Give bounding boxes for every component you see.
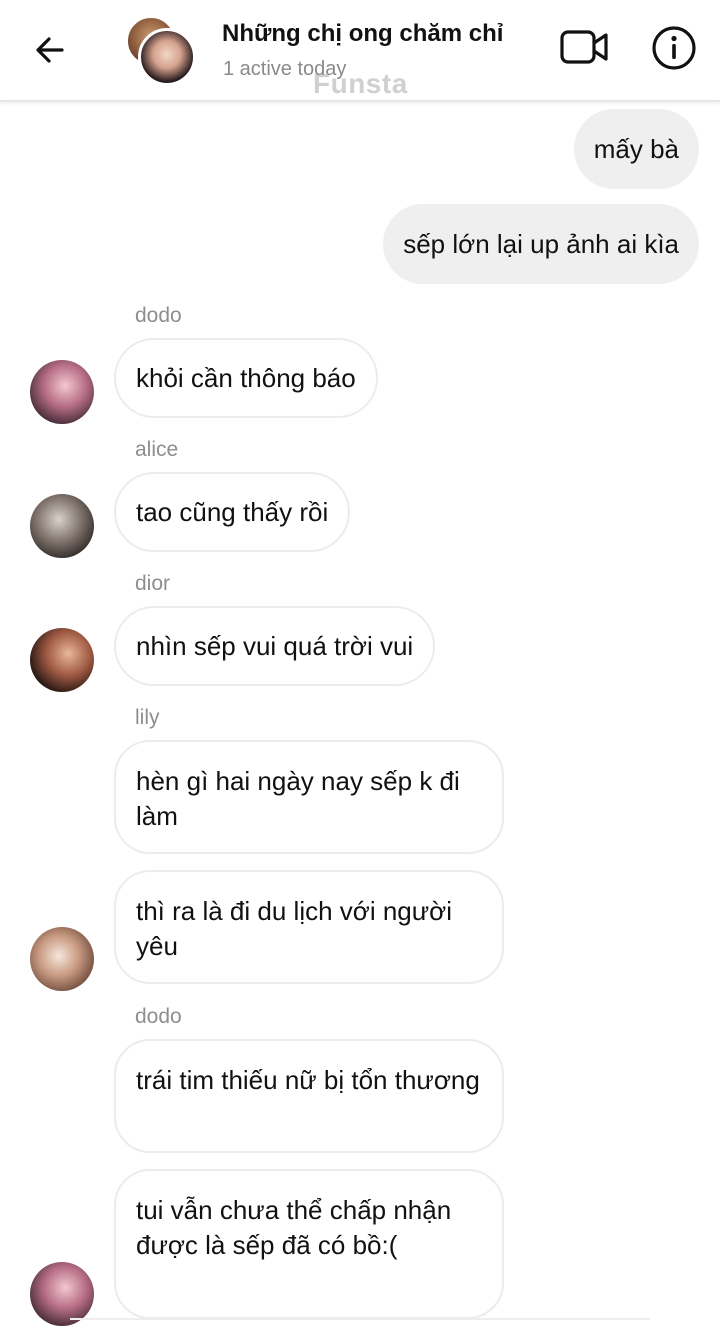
incoming-message[interactable]: nhìn sếp vui quá trời vui [114, 606, 436, 686]
group-avatar[interactable] [124, 16, 196, 86]
video-call-icon [560, 30, 608, 64]
incoming-message[interactable]: tui vẫn chưa thể chấp nhận được là sếp đ… [114, 1169, 504, 1319]
incoming-message[interactable]: trái tim thiếu nữ bị tổn thương [114, 1039, 504, 1153]
group-avatar-front [138, 28, 196, 86]
avatar[interactable] [30, 494, 94, 558]
sender-name: dodo [135, 304, 182, 327]
sender-name: dior [135, 572, 171, 595]
back-button[interactable] [28, 28, 72, 72]
incoming-message[interactable]: khỏi cần thông báo [114, 338, 378, 418]
avatar[interactable] [30, 1262, 94, 1326]
chat-header: Những chị ong chăm chỉ 1 active today Fu… [0, 0, 720, 102]
outgoing-message[interactable]: sếp lớn lại up ảnh ai kìa [383, 204, 699, 284]
incoming-message[interactable]: hèn gì hai ngày nay sếp k đi làm [114, 740, 504, 854]
incoming-message[interactable]: thì ra là đi du lịch với người yêu [114, 870, 504, 984]
avatar[interactable] [30, 360, 94, 424]
info-icon [652, 26, 696, 70]
chat-title[interactable]: Những chị ong chăm chỉ [222, 20, 503, 48]
watermark: Funsta [313, 68, 408, 99]
arrow-left-icon [36, 37, 64, 63]
avatar[interactable] [30, 927, 94, 991]
info-button[interactable] [650, 24, 698, 72]
avatar[interactable] [30, 628, 94, 692]
outgoing-message[interactable]: mấy bà [573, 109, 699, 189]
sender-name: lily [135, 706, 160, 729]
sender-name: alice [135, 438, 179, 461]
video-call-button[interactable] [557, 26, 611, 68]
divider [70, 1318, 650, 1320]
sender-name: dodo [135, 1005, 182, 1028]
incoming-message[interactable]: tao cũng thấy rồi [114, 472, 351, 552]
